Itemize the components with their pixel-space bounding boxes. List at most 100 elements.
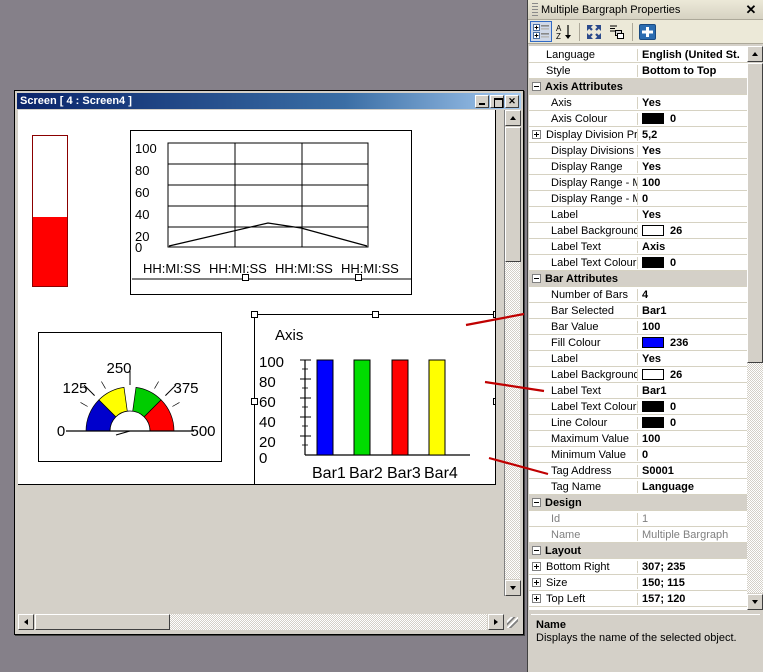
property-value[interactable]: 157; 120 bbox=[638, 593, 748, 605]
expander-icon[interactable] bbox=[529, 79, 543, 95]
property-value[interactable]: 0 bbox=[638, 417, 748, 429]
properties-grid-scrollbar[interactable] bbox=[747, 46, 763, 610]
property-value[interactable]: English (United St. bbox=[638, 49, 748, 61]
expand-all-icon[interactable] bbox=[583, 21, 605, 42]
minimize-button[interactable] bbox=[475, 94, 489, 108]
property-value[interactable]: 26 bbox=[638, 369, 748, 381]
colour-swatch[interactable] bbox=[642, 113, 664, 124]
hscroll-thumb[interactable] bbox=[35, 614, 170, 630]
alphabetic-sort-button[interactable]: A Z bbox=[553, 21, 575, 42]
expand-icon[interactable] bbox=[531, 594, 541, 603]
collapse-icon[interactable] bbox=[531, 498, 541, 507]
property-row[interactable]: Line Colour 0 bbox=[529, 415, 748, 431]
editor-horizontal-scrollbar[interactable] bbox=[18, 614, 504, 630]
trend-chart-widget[interactable]: 100 80 60 40 20 0 HH:MI:SS HH:MI:SS HH:M… bbox=[130, 130, 412, 295]
property-row[interactable]: Label Text Axis bbox=[529, 239, 748, 255]
resize-grip[interactable] bbox=[504, 614, 520, 630]
property-row[interactable]: Axis Yes bbox=[529, 95, 748, 111]
close-icon[interactable]: ✕ bbox=[743, 2, 759, 18]
resize-handle[interactable] bbox=[242, 274, 249, 281]
resize-handle-n[interactable] bbox=[372, 311, 379, 318]
drag-grip-icon[interactable] bbox=[532, 3, 538, 16]
vscroll-thumb[interactable] bbox=[505, 127, 521, 262]
property-row[interactable]: Maximum Value 100 bbox=[529, 431, 748, 447]
property-value[interactable]: 100 bbox=[638, 321, 748, 333]
collapse-icon[interactable] bbox=[531, 546, 541, 555]
gauge-widget[interactable]: 250 125 375 0 500 bbox=[38, 332, 222, 462]
property-value[interactable]: 0 bbox=[638, 193, 748, 205]
property-value[interactable]: Language bbox=[638, 481, 748, 493]
property-row[interactable]: Bottom Right 307; 235 bbox=[529, 559, 748, 575]
property-row[interactable]: Label Background 26 bbox=[529, 367, 748, 383]
vertical-bargraph-widget[interactable] bbox=[32, 135, 68, 287]
property-row[interactable]: Size 150; 115 bbox=[529, 575, 748, 591]
expander-icon[interactable] bbox=[529, 127, 543, 143]
property-row[interactable]: Display Division Pr 5,2 bbox=[529, 127, 748, 143]
grid-scroll-down-button[interactable] bbox=[747, 594, 763, 610]
property-row[interactable]: Display Range - M 100 bbox=[529, 175, 748, 191]
grid-scroll-up-button[interactable] bbox=[747, 46, 763, 62]
property-value[interactable]: Multiple Bargraph bbox=[638, 529, 748, 541]
colour-swatch[interactable] bbox=[642, 417, 664, 428]
editor-vertical-scrollbar[interactable] bbox=[504, 110, 521, 596]
multiple-bargraph-widget[interactable]: Axis 100 80 60 40 20 0 Bar1 Bar2 Bar3 Ba… bbox=[251, 311, 495, 484]
property-row[interactable]: Axis Attributes bbox=[529, 79, 748, 95]
property-value[interactable]: Bottom to Top bbox=[638, 65, 748, 77]
property-value[interactable]: 5,2 bbox=[638, 129, 748, 141]
expander-icon[interactable] bbox=[529, 543, 543, 559]
property-value[interactable]: Bar1 bbox=[638, 385, 748, 397]
screen-editor-titlebar[interactable]: Screen [ 4 : Screen4 ] ✕ bbox=[17, 93, 521, 109]
colour-swatch[interactable] bbox=[642, 401, 664, 412]
property-value[interactable]: 100 bbox=[638, 433, 748, 445]
property-row[interactable]: Layout bbox=[529, 543, 748, 559]
property-row[interactable]: Axis Colour 0 bbox=[529, 111, 748, 127]
expander-icon[interactable] bbox=[529, 591, 543, 607]
property-value[interactable]: Yes bbox=[638, 145, 748, 157]
property-row[interactable]: Label Text Colour 0 bbox=[529, 399, 748, 415]
property-value[interactable]: 100 bbox=[638, 177, 748, 189]
property-value[interactable]: 0 bbox=[638, 257, 748, 269]
property-row[interactable]: Fill Colour 236 bbox=[529, 335, 748, 351]
colour-swatch[interactable] bbox=[642, 257, 664, 268]
expander-icon[interactable] bbox=[529, 495, 543, 511]
property-row[interactable]: Display Range Yes bbox=[529, 159, 748, 175]
property-value[interactable]: Yes bbox=[638, 209, 748, 221]
property-value[interactable]: 0 bbox=[638, 113, 748, 125]
screen-canvas[interactable]: 100 80 60 40 20 0 HH:MI:SS HH:MI:SS HH:M… bbox=[18, 110, 496, 485]
expand-icon[interactable] bbox=[531, 562, 541, 571]
expand-icon[interactable] bbox=[531, 578, 541, 587]
add-icon[interactable] bbox=[636, 21, 658, 42]
resize-handle-w[interactable] bbox=[251, 398, 258, 405]
grid-vscroll-thumb[interactable] bbox=[747, 63, 763, 363]
close-icon[interactable]: ✕ bbox=[505, 94, 519, 108]
property-value[interactable]: Yes bbox=[638, 161, 748, 173]
property-row[interactable]: Label Yes bbox=[529, 207, 748, 223]
property-row[interactable]: Label Text Bar1 bbox=[529, 383, 748, 399]
property-value[interactable]: 0 bbox=[638, 401, 748, 413]
property-value[interactable]: 1 bbox=[638, 513, 748, 525]
property-value[interactable]: S0001 bbox=[638, 465, 748, 477]
property-pages-icon[interactable] bbox=[606, 21, 628, 42]
resize-handle[interactable] bbox=[355, 274, 362, 281]
properties-grid[interactable]: Language English (United St. Style Bottom t… bbox=[529, 46, 763, 610]
colour-swatch[interactable] bbox=[642, 337, 664, 348]
property-row[interactable]: Number of Bars 4 bbox=[529, 287, 748, 303]
resize-handle-e[interactable] bbox=[493, 398, 495, 405]
property-value[interactable]: Bar1 bbox=[638, 305, 748, 317]
property-row[interactable]: Top Left 157; 120 bbox=[529, 591, 748, 607]
scroll-up-button[interactable] bbox=[505, 110, 521, 126]
collapse-icon[interactable] bbox=[531, 274, 541, 283]
property-row[interactable]: Design bbox=[529, 495, 748, 511]
property-row[interactable]: Display Range - M0 bbox=[529, 191, 748, 207]
maximize-button[interactable] bbox=[490, 94, 504, 108]
property-row[interactable]: Minimum Value 0 bbox=[529, 447, 748, 463]
property-row[interactable]: Id 1 bbox=[529, 511, 748, 527]
scroll-left-button[interactable] bbox=[18, 614, 34, 630]
scroll-right-button[interactable] bbox=[488, 614, 504, 630]
property-value[interactable]: Yes bbox=[638, 97, 748, 109]
scroll-down-button[interactable] bbox=[505, 580, 521, 596]
property-row[interactable]: Style Bottom to Top bbox=[529, 63, 748, 79]
property-value[interactable]: 4 bbox=[638, 289, 748, 301]
expander-icon[interactable] bbox=[529, 575, 543, 591]
property-value[interactable]: 150; 115 bbox=[638, 577, 748, 589]
